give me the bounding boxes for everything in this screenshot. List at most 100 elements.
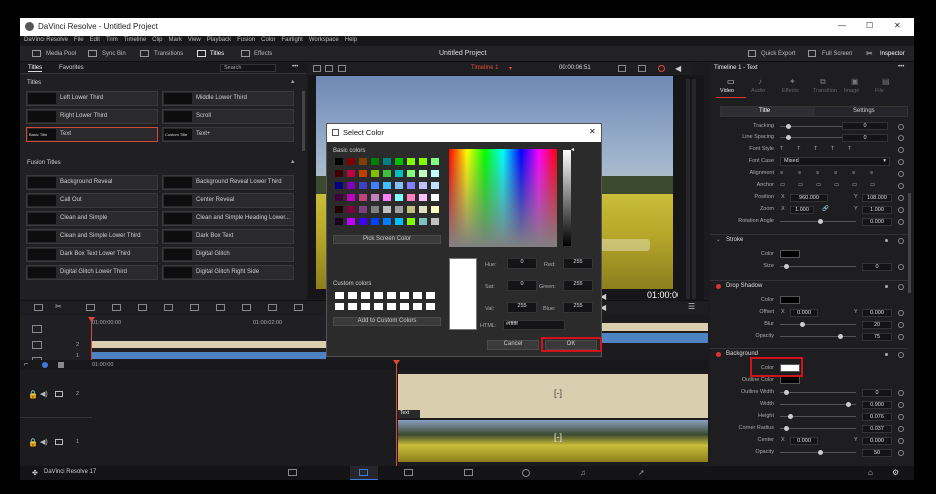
- transitions-button[interactable]: Transitions: [154, 51, 183, 57]
- fusion-title-item[interactable]: Call Out: [26, 193, 158, 208]
- stroke-size-reset-icon[interactable]: [898, 264, 904, 270]
- basic-color-swatch[interactable]: [431, 194, 439, 201]
- anchor-5-icon[interactable]: ▭: [870, 182, 875, 188]
- mini-video-clip-right[interactable]: [602, 333, 708, 343]
- custom-color-swatch[interactable]: [426, 303, 435, 310]
- value-pointer-icon[interactable]: ◂: [571, 146, 574, 153]
- basic-color-swatch[interactable]: [383, 218, 391, 225]
- razor-icon[interactable]: ✂: [55, 302, 62, 311]
- fusion-title-item[interactable]: Center Reveal: [162, 193, 294, 208]
- track-tool2-icon[interactable]: [32, 341, 42, 349]
- green-input[interactable]: 255: [563, 280, 593, 291]
- title-item[interactable]: Scroll: [162, 109, 294, 124]
- basic-color-swatch[interactable]: [335, 218, 343, 225]
- basic-color-swatch[interactable]: [347, 194, 355, 201]
- bg-height-reset-icon[interactable]: [898, 414, 904, 420]
- red-input[interactable]: 255: [563, 258, 593, 269]
- custom-color-swatch[interactable]: [400, 292, 409, 299]
- hue-input[interactable]: 0: [507, 258, 537, 269]
- basic-color-swatch[interactable]: [395, 158, 403, 165]
- more-options-button[interactable]: •••: [292, 64, 298, 70]
- background-section-reset-icon[interactable]: [898, 352, 904, 358]
- shadow-blur-slider[interactable]: [800, 322, 805, 327]
- edit-page-icon[interactable]: [404, 469, 413, 476]
- collapse-fusion-icon[interactable]: ▲: [290, 159, 295, 165]
- playhead[interactable]: [396, 360, 397, 466]
- line-spacing-slider[interactable]: [786, 135, 791, 140]
- close-up-icon[interactable]: [268, 304, 277, 311]
- place-on-top-icon[interactable]: [190, 304, 199, 311]
- inspector-scrollbar[interactable]: [908, 193, 911, 293]
- bg-width-reset-icon[interactable]: [898, 402, 904, 408]
- fusion-title-item[interactable]: Clean and Simple Heading Lower...: [162, 211, 294, 226]
- settings-gear-icon[interactable]: ⚙: [892, 468, 899, 477]
- fusion-title-item[interactable]: Clean and Simple: [26, 211, 158, 226]
- collapse-icon[interactable]: ▲: [290, 79, 295, 85]
- basic-color-swatch[interactable]: [335, 182, 343, 189]
- basic-color-swatch[interactable]: [359, 218, 367, 225]
- fusion-title-item[interactable]: Clean and Simple Lower Third: [26, 229, 158, 244]
- append-icon[interactable]: [216, 304, 225, 311]
- stroke-section-collapse-icon[interactable]: ⌄: [716, 237, 721, 243]
- full-screen-button[interactable]: Full Screen: [822, 51, 852, 57]
- text-clip[interactable]: [-] Text: [398, 374, 708, 418]
- drop-shadow-section-reset-icon[interactable]: [898, 284, 904, 290]
- menu-item-workspace[interactable]: Workspace: [309, 37, 339, 43]
- fusion-title-item[interactable]: Dark Box Text Lower Third: [26, 247, 158, 262]
- basic-color-swatch[interactable]: [431, 182, 439, 189]
- title-item[interactable]: Left Lower Third: [26, 91, 158, 106]
- bg-opacity-slider[interactable]: [818, 450, 823, 455]
- font-style-0-icon[interactable]: T: [780, 146, 783, 152]
- tab-titles[interactable]: Titles: [28, 65, 43, 72]
- basic-color-swatch[interactable]: [383, 158, 391, 165]
- clip-trim-icon[interactable]: [-]: [554, 388, 562, 398]
- bg-opacity-reset-icon[interactable]: [898, 450, 904, 456]
- subtab-title[interactable]: Title: [721, 107, 815, 116]
- pick-screen-color-button[interactable]: Pick Screen Color: [333, 235, 441, 244]
- bg-center-reset-icon[interactable]: [898, 438, 904, 444]
- menu-item-view[interactable]: View: [188, 37, 201, 43]
- alignment-5-icon[interactable]: ≡: [870, 170, 873, 176]
- line-spacing-input[interactable]: 0: [842, 134, 888, 142]
- menu-item-playback[interactable]: Playback: [207, 37, 231, 43]
- basic-color-swatch[interactable]: [419, 194, 427, 201]
- source-overwrite-icon[interactable]: [294, 304, 303, 311]
- add-custom-colors-button[interactable]: Add to Custom Colors: [333, 317, 441, 326]
- basic-color-swatch[interactable]: [371, 182, 379, 189]
- bg-corner-slider[interactable]: [784, 426, 789, 431]
- timeline-dropdown-icon[interactable]: ▾: [509, 65, 512, 72]
- basic-color-swatch[interactable]: [383, 206, 391, 213]
- bg-center-y-input[interactable]: 0.000: [862, 437, 892, 445]
- menu-item-fairlight[interactable]: Fairlight: [281, 37, 302, 43]
- custom-color-swatch[interactable]: [348, 292, 357, 299]
- zoom-x-input[interactable]: 1.000: [790, 206, 814, 214]
- basic-color-swatch[interactable]: [335, 206, 343, 213]
- monitor-icon[interactable]: [55, 391, 63, 397]
- timeline-layout-icon[interactable]: [34, 304, 43, 311]
- library-scrollbar[interactable]: [302, 91, 305, 151]
- background-section-keyframe-icon[interactable]: [885, 353, 888, 356]
- viewer-clip-icon[interactable]: [638, 65, 646, 72]
- font-case-select[interactable]: Mixed ▾: [780, 157, 890, 166]
- fusion-title-item[interactable]: Background Reveal Lower Third: [162, 175, 294, 190]
- bg-outline-color-swatch[interactable]: [780, 376, 800, 384]
- inspector-tab-video[interactable]: ▭ Video: [716, 76, 746, 98]
- basic-color-swatch[interactable]: [419, 182, 427, 189]
- basic-color-swatch[interactable]: [395, 206, 403, 213]
- monitor-v1-icon[interactable]: [55, 439, 63, 445]
- custom-color-swatch[interactable]: [374, 292, 383, 299]
- title-item[interactable]: Right Lower Third: [26, 109, 158, 124]
- snap-icon[interactable]: ⌐: [24, 361, 28, 368]
- tracking-slider[interactable]: [786, 124, 791, 129]
- title-item[interactable]: Middle Lower Third: [162, 91, 294, 106]
- basic-color-swatch[interactable]: [371, 170, 379, 177]
- basic-color-swatch[interactable]: [335, 194, 343, 201]
- menu-item-file[interactable]: File: [74, 37, 84, 43]
- position-lock-icon[interactable]: [58, 362, 64, 368]
- basic-color-swatch[interactable]: [407, 218, 415, 225]
- close-window-button[interactable]: ✕: [894, 21, 901, 30]
- basic-color-swatch[interactable]: [383, 194, 391, 201]
- titles-button[interactable]: Titles: [210, 51, 224, 57]
- drop-shadow-section-keyframe-icon[interactable]: [885, 285, 888, 288]
- basic-color-swatch[interactable]: [335, 158, 343, 165]
